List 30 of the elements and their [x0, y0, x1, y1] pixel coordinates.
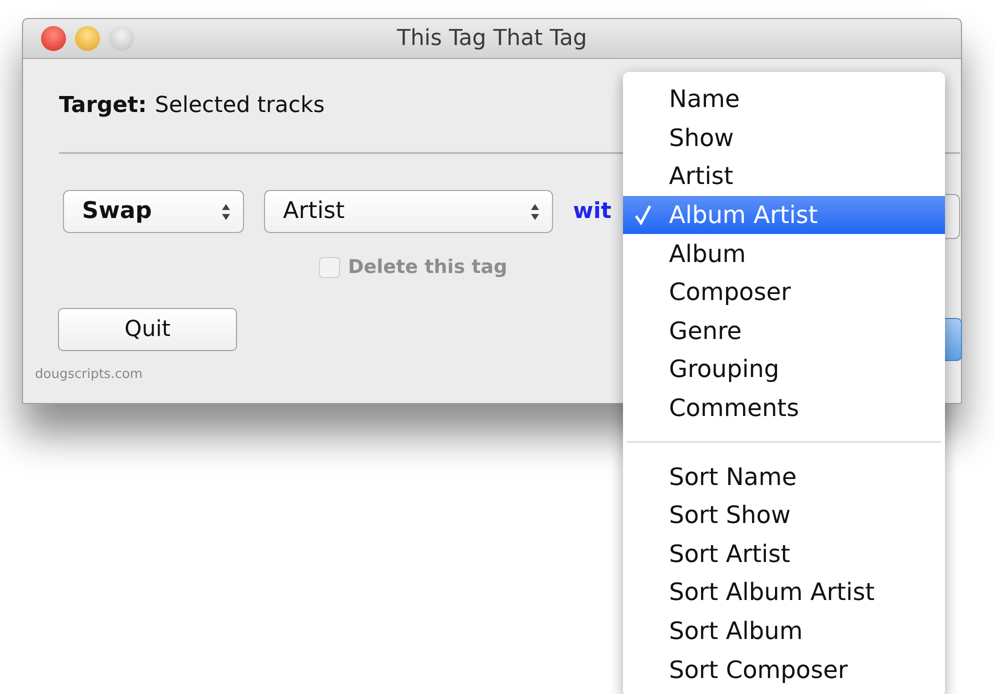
menu-item[interactable]: Album Artist — [623, 196, 945, 234]
menu-item[interactable]: Comments — [623, 388, 945, 428]
menu-item[interactable]: Name — [623, 80, 945, 119]
quit-button[interactable]: Quit — [58, 308, 237, 350]
website-label: dougscripts.com — [35, 366, 143, 384]
with-label: wit — [573, 198, 612, 226]
minimize-button[interactable] — [75, 26, 100, 51]
menu-item[interactable]: Show — [623, 118, 945, 158]
close-button[interactable] — [41, 26, 66, 51]
checkmark-icon — [633, 204, 653, 226]
menu-item[interactable]: Sort Name — [623, 457, 945, 496]
menu-item[interactable]: Sort Show — [623, 496, 945, 535]
target-label: Target: — [59, 92, 147, 120]
menu-item[interactable]: Sort Album Artist — [623, 573, 945, 612]
window-title: This Tag That Tag — [397, 25, 587, 53]
tag-dropdown[interactable]: Artist — [264, 190, 553, 233]
stepper-arrows-icon — [530, 202, 540, 222]
menu-item[interactable]: Artist — [623, 157, 945, 196]
menu-item[interactable]: Sort Artist — [623, 534, 945, 574]
menu-item[interactable]: Sort Composer — [623, 650, 945, 689]
stepper-arrows-icon — [221, 202, 231, 222]
menu-item[interactable]: Sort Album — [623, 612, 945, 650]
zoom-button[interactable] — [109, 26, 134, 51]
menu-item[interactable]: Composer — [623, 272, 945, 312]
menu-item[interactable]: Genre — [623, 312, 945, 350]
target-value: Selected tracks — [154, 92, 325, 120]
menu-item[interactable]: Grouping — [623, 350, 945, 389]
menu-item[interactable]: Album — [623, 234, 945, 273]
action-dropdown[interactable]: Swap — [63, 190, 244, 233]
checkbox-label: Delete this tag — [348, 255, 508, 280]
